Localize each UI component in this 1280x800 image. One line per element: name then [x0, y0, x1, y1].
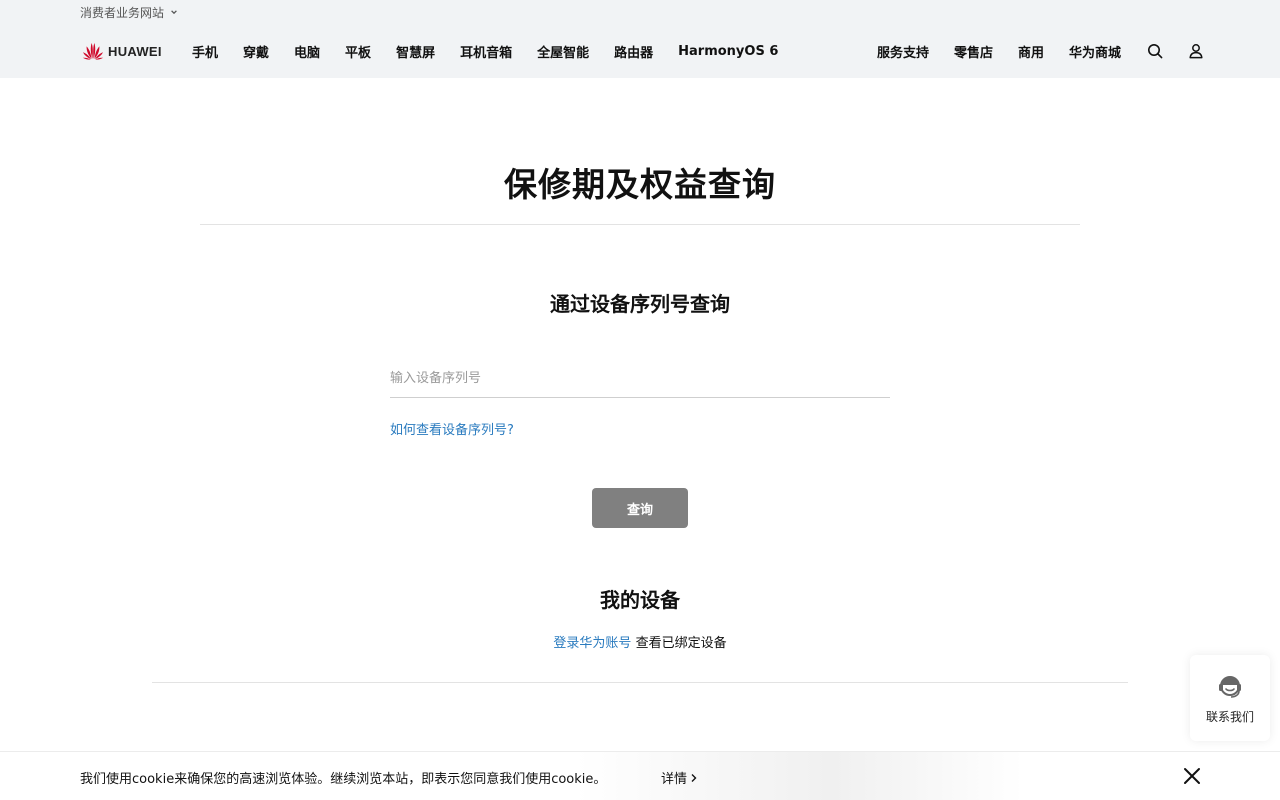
- serial-number-input[interactable]: [390, 360, 890, 398]
- login-huawei-account-link[interactable]: 登录华为账号: [553, 636, 631, 651]
- logo-text: HUAWEI: [108, 43, 162, 59]
- nav-item-audio[interactable]: 耳机音箱: [460, 42, 512, 61]
- site-header: 消费者业务网站 HUAWEI 手机 穿戴 电脑 平板 智慧屏 耳机音箱 全屋智能: [0, 0, 1280, 78]
- chevron-down-icon: [171, 10, 177, 15]
- query-button[interactable]: 查询: [592, 488, 688, 528]
- secondary-nav: 服务支持 零售店 商用 华为商城: [852, 41, 1204, 61]
- chevron-right-icon: [691, 773, 697, 782]
- nav-item-harmonyos[interactable]: HarmonyOS 6: [678, 44, 778, 59]
- cookie-banner: 我们使用cookie来确保您的高速浏览体验。继续浏览本站，即表示您同意我们使用c…: [0, 751, 1280, 800]
- cookie-notice-text: 我们使用cookie来确保您的高速浏览体验。继续浏览本站，即表示您同意我们使用c…: [80, 772, 607, 787]
- huawei-logo[interactable]: HUAWEI: [82, 41, 162, 61]
- contact-us-widget[interactable]: 联系我们: [1190, 655, 1270, 741]
- login-prompt-suffix: 查看已绑定设备: [631, 636, 727, 651]
- nav-item-support[interactable]: 服务支持: [877, 42, 929, 61]
- nav-item-retail-stores[interactable]: 零售店: [954, 42, 993, 61]
- search-icon[interactable]: [1147, 43, 1163, 59]
- divider: [152, 682, 1128, 683]
- serial-query-heading: 通过设备序列号查询: [550, 292, 730, 316]
- divider: [200, 224, 1080, 225]
- primary-nav: 手机 穿戴 电脑 平板 智慧屏 耳机音箱 全屋智能 路由器 HarmonyOS …: [192, 41, 803, 61]
- nav-item-enterprise[interactable]: 商用: [1018, 42, 1044, 61]
- nav-item-tablets[interactable]: 平板: [345, 42, 371, 61]
- nav-item-laptops[interactable]: 电脑: [294, 42, 320, 61]
- my-devices-login-prompt: 登录华为账号 查看已绑定设备: [0, 632, 1280, 651]
- site-switcher-label: 消费者业务网站: [80, 5, 165, 20]
- huawei-flower-icon: [82, 43, 104, 60]
- nav-item-wearables[interactable]: 穿戴: [243, 42, 269, 61]
- cookie-details-label: 详情: [661, 772, 688, 787]
- site-switcher[interactable]: 消费者业务网站: [80, 4, 178, 20]
- headset-icon: [1219, 676, 1241, 698]
- nav-item-smart-home[interactable]: 全屋智能: [537, 42, 589, 61]
- my-devices-heading: 我的设备: [600, 588, 680, 612]
- serial-number-help-link[interactable]: 如何查看设备序列号?: [390, 419, 514, 438]
- contact-us-label: 联系我们: [1205, 710, 1254, 724]
- page-title: 保修期及权益查询: [504, 165, 776, 204]
- nav-item-phones[interactable]: 手机: [192, 42, 218, 61]
- user-icon[interactable]: [1188, 43, 1204, 59]
- close-icon[interactable]: [1182, 766, 1202, 786]
- nav-item-smart-screen[interactable]: 智慧屏: [396, 42, 435, 61]
- cookie-details-link[interactable]: 详情: [661, 768, 698, 787]
- nav-item-vmall[interactable]: 华为商城: [1069, 42, 1121, 61]
- nav-item-routers[interactable]: 路由器: [614, 42, 653, 61]
